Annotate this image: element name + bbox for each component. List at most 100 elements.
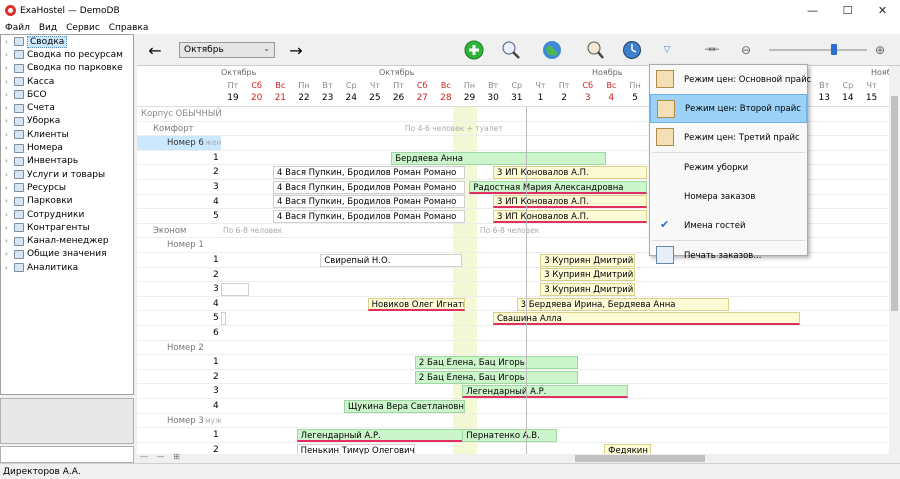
day-header[interactable]: Ср 14 [836, 81, 860, 103]
sidebar-item[interactable]: › Инвентарь [1, 155, 133, 168]
day-header[interactable]: Вт 30 [481, 81, 505, 103]
sidebar-item[interactable]: › Услуги и товары [1, 168, 133, 181]
day-header[interactable]: Чт 25 [363, 81, 387, 103]
vertical-scroll-thumb[interactable] [891, 96, 898, 311]
menu-item[interactable]: Номера заказов [650, 182, 807, 211]
day-header[interactable]: Пт 26 [387, 81, 411, 103]
menu-file[interactable]: Файл [5, 23, 30, 33]
booking-bar[interactable]: 3 Бердяева Ирина, Бердяева Анна [516, 297, 730, 311]
booking-bar[interactable]: 2 Бац Елена, Бац Игорь [414, 356, 579, 369]
menu-item[interactable]: Режим уборки [650, 153, 807, 182]
zoom-slider[interactable] [769, 49, 867, 51]
booking-bar[interactable]: 3 Куприян Дмитрий Петр [540, 283, 635, 296]
menu-item[interactable]: Печать заказов... [650, 241, 807, 270]
prev-month-button[interactable]: ← [145, 40, 165, 60]
day-header[interactable]: Ср 31 [505, 81, 529, 103]
day-header[interactable]: Вс 4 [599, 81, 623, 103]
expand-arrow-icon[interactable]: › [5, 78, 13, 86]
booking-bar[interactable]: Бердяева Анна [391, 151, 607, 165]
expand-arrow-icon[interactable]: › [5, 131, 13, 139]
menu-view[interactable]: Вид [39, 23, 57, 33]
booking-bar[interactable]: Легендарный А.Р. [296, 429, 465, 442]
bed-row[interactable]: 4 [137, 297, 889, 312]
expand-arrow-icon[interactable]: › [5, 117, 13, 125]
bed-row[interactable]: 2 [137, 443, 889, 454]
booking-bar[interactable] [221, 283, 250, 296]
booking-bar[interactable]: Пенькин Тимур Олегович [296, 443, 415, 454]
booking-bar[interactable]: Федякин Ю. [604, 443, 652, 454]
vertical-scrollbar[interactable] [889, 66, 900, 454]
sidebar-item[interactable]: › Сотрудники [1, 208, 133, 221]
maximize-button[interactable]: ☐ [830, 0, 865, 21]
booking-bar[interactable]: 3 ИП Коновалов А.П. [492, 195, 647, 209]
day-header[interactable]: Вт 13 [812, 81, 836, 103]
expand-arrow-icon[interactable]: › [5, 51, 13, 59]
minimize-button[interactable]: — [795, 0, 830, 21]
close-button[interactable]: ✕ [865, 0, 900, 21]
add-booking-button[interactable] [464, 40, 484, 60]
day-header[interactable]: Пн 22 [292, 81, 316, 103]
day-header[interactable]: Сб 20 [245, 81, 269, 103]
day-header[interactable]: Вс 28 [434, 81, 458, 103]
booking-bar[interactable]: 3 ИП Коновалов А.П. [492, 210, 647, 223]
booking-bar[interactable]: 4 Вася Пупкин, Бродилов Роман Романо [273, 195, 465, 209]
zoom-out-button[interactable]: ⊖ [736, 40, 756, 60]
expand-arrow-icon[interactable]: › [5, 250, 13, 258]
next-month-button[interactable]: → [286, 40, 306, 60]
sidebar-item[interactable]: › Парковки [1, 195, 133, 208]
fit-width-button[interactable]: ⇥⇤ [702, 40, 722, 60]
sidebar-filter-field[interactable] [0, 446, 134, 463]
booking-bar[interactable]: 4 Вася Пупкин, Бродилов Роман Романо [273, 210, 465, 223]
day-header[interactable]: Пт 19 [221, 81, 245, 103]
sidebar-item[interactable]: › Касса [1, 75, 133, 88]
day-header[interactable]: Пн 29 [458, 81, 482, 103]
day-header[interactable]: Вт 23 [316, 81, 340, 103]
menu-help[interactable]: Справка [109, 23, 149, 33]
sidebar-item[interactable]: › Ресурсы [1, 181, 133, 194]
bed-row[interactable]: 6 [137, 326, 889, 341]
booking-bar[interactable]: 3 Куприян Дмитрий Петр [540, 253, 635, 267]
search-button[interactable] [501, 40, 521, 60]
expand-arrow-icon[interactable]: › [5, 104, 13, 112]
zoom-in-button[interactable]: ⊕ [870, 40, 890, 60]
sidebar-item[interactable]: › Номера [1, 141, 133, 154]
booking-bar[interactable]: 2 Бац Елена, Бац Игорь [414, 370, 579, 384]
booking-bar[interactable]: 4 Вася Пупкин, Бродилов Роман Романо [273, 166, 465, 180]
menu-item[interactable]: ✔ Имена гостей [650, 211, 807, 240]
booking-bar[interactable]: Новиков Олег Игнатьевич [367, 297, 465, 311]
sidebar-item[interactable]: › Канал-менеджер [1, 234, 133, 247]
booking-bar[interactable]: Щукина Вера Светлановна [343, 399, 465, 413]
expand-arrow-icon[interactable]: › [5, 91, 13, 99]
sidebar-item[interactable]: › Клиенты [1, 128, 133, 141]
find-guest-button[interactable] [585, 40, 605, 60]
horizontal-scroll-thumb[interactable] [575, 455, 705, 462]
booking-bar[interactable]: 3 ИП Коновалов А.П. [492, 166, 647, 180]
expand-arrow-icon[interactable]: › [5, 211, 13, 219]
expand-arrow-icon[interactable]: › [5, 184, 13, 192]
sidebar-item[interactable]: › Сводка [1, 35, 133, 48]
channel-button[interactable] [542, 40, 562, 60]
expand-arrow-icon[interactable]: › [5, 171, 13, 179]
menu-item[interactable]: Режим цен: Основной прайс [650, 65, 811, 94]
room-row[interactable]: Номер 3 муж [137, 414, 889, 429]
booking-bar[interactable]: Свирепый Н.О. [320, 253, 463, 267]
booking-bar[interactable]: 4 Вася Пупкин, Бродилов Роман Романо [273, 180, 465, 194]
booking-bar[interactable]: 3 Куприян Дмитрий Петр [540, 268, 635, 282]
day-header[interactable]: Чт 1 [528, 81, 552, 103]
expand-arrow-icon[interactable]: › [5, 38, 13, 46]
zoom-slider-thumb[interactable] [831, 44, 837, 55]
expand-arrow-icon[interactable]: › [5, 264, 13, 272]
day-header[interactable]: Чт 15 [860, 81, 884, 103]
day-header[interactable]: Пн 5 [623, 81, 647, 103]
booking-bar[interactable]: Пернатенко А.В. [462, 429, 557, 442]
sidebar-item[interactable]: › Аналитика [1, 261, 133, 274]
menu-service[interactable]: Сервис [66, 23, 100, 33]
expand-arrow-icon[interactable]: › [5, 224, 13, 232]
sidebar-item[interactable]: › Общие значения [1, 248, 133, 261]
menu-item[interactable]: Режим цен: Третий прайс [650, 123, 807, 152]
expand-arrow-icon[interactable]: › [5, 64, 13, 72]
bed-row[interactable]: 3 [137, 282, 889, 297]
day-header[interactable]: Сб 27 [410, 81, 434, 103]
booking-bar[interactable]: Легендарный А.Р. [462, 385, 628, 399]
history-button[interactable] [622, 40, 642, 60]
